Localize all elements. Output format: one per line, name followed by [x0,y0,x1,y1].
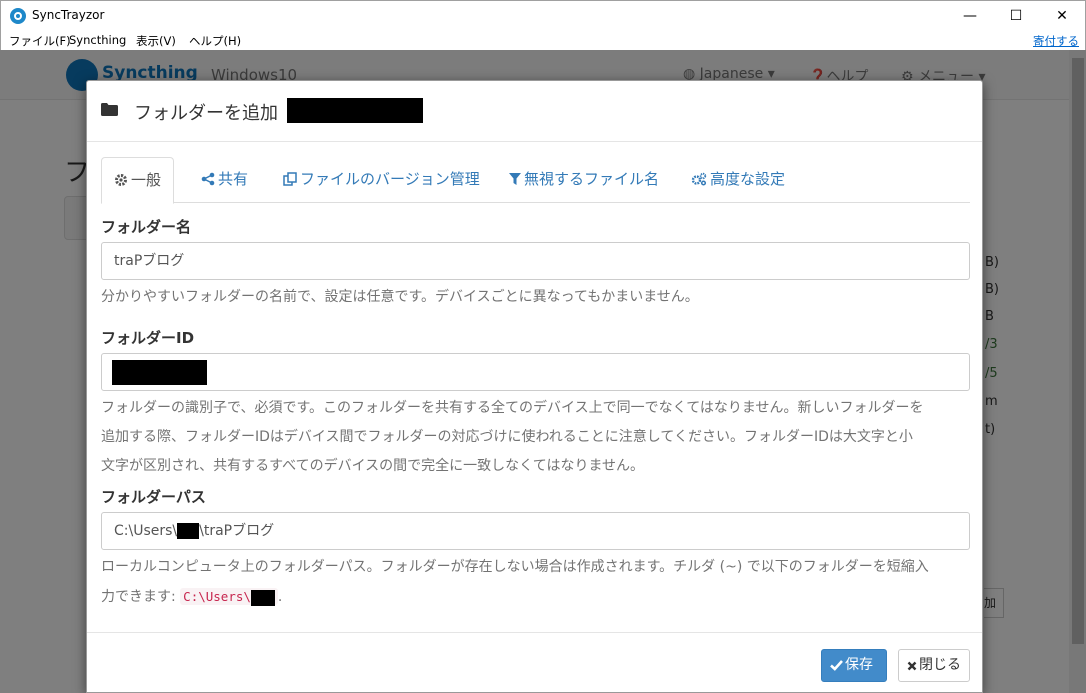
folder-path-input[interactable]: C:\Users\ \traPブログ [101,512,970,550]
share-icon [201,172,215,186]
cogs-icon [691,172,707,186]
donate-link[interactable]: 寄付する [1033,33,1079,49]
folder-id-label: フォルダーID [101,329,195,347]
folder-name-help: 分かりやすいフォルダーの名前で、設定は任意です。デバイスごとに異なってもかまいま… [101,289,699,305]
tab-general[interactable]: 一般 [101,157,175,204]
dialog-footer: 保存 閉じる [87,632,982,693]
menu-help[interactable]: ヘルプ(H) [189,33,241,49]
redacted-username [177,523,200,539]
folder-path-help-line: ローカルコンピュータ上のフォルダーパス。フォルダーが存在しない場合は作成されます… [101,559,929,575]
menu-file[interactable]: ファイル(F) [9,33,71,49]
maximize-button[interactable]: ☐ [993,1,1039,31]
close-icon [907,661,917,671]
close-button[interactable]: 閉じる [898,649,970,682]
tab-advanced[interactable]: 高度な設定 [679,157,797,203]
folder-id-help: フォルダーの識別子で、必須です。このフォルダーを共有する全てのデバイス上で同一で… [101,394,970,481]
tab-ignore-patterns[interactable]: 無視するファイル名 [497,157,671,203]
synctrayzor-app-icon [10,8,26,24]
folder-id-help-line: 文字が区別され、共有するすべてのデバイスの間で完全に一致しなくてはなりません。 [101,458,645,474]
folder-path-help-line: 力できます: C:\Users\. [101,588,283,606]
menubar: ファイル(F) Syncthing 表示(V) ヘルプ(H) 寄付する [0,31,1086,50]
folder-id-help-line: フォルダーの識別子で、必須です。このフォルダーを共有する全てのデバイス上で同一で… [101,400,924,416]
dialog-tabs: 一般 共有 ファイルのバージョン管理 無視するファイル名 高度な設定 [101,157,970,204]
window-titlebar: SyncTrayzor — ☐ ✕ [0,0,1086,31]
redacted-username [250,589,275,606]
tab-sharing[interactable]: 共有 [189,157,260,203]
save-button[interactable]: 保存 [821,649,887,682]
tab-file-versioning[interactable]: ファイルのバージョン管理 [271,157,492,203]
menu-syncthing[interactable]: Syncthing [69,33,126,47]
filter-icon [509,173,521,185]
close-window-button[interactable]: ✕ [1039,1,1085,31]
copy-icon [283,172,297,186]
dialog-title: フォルダーを追加 [134,103,278,124]
folder-name-input[interactable]: traPブログ [101,242,970,280]
folder-icon [101,103,118,116]
folder-path-label: フォルダーパス [101,488,206,506]
dialog-header: フォルダーを追加 [87,81,982,142]
check-icon [830,660,843,671]
minimize-button[interactable]: — [947,1,993,31]
folder-path-help: ローカルコンピュータ上のフォルダーパス。フォルダーが存在しない場合は作成されます… [101,553,970,612]
folder-id-input[interactable] [101,353,970,391]
redacted-folder-id-value [112,360,207,385]
home-path-code: C:\Users\ [180,588,278,606]
folder-name-label: フォルダー名 [101,218,192,236]
menu-view[interactable]: 表示(V) [136,33,176,49]
folder-id-help-line: 追加する際、フォルダーIDはデバイス間でフォルダーの対応づけに使われることに注意… [101,429,913,445]
add-folder-dialog: フォルダーを追加 一般 共有 ファイルのバージョン管理 無視するファイル名 高度… [86,80,983,693]
gear-icon [115,174,127,186]
window-title: SyncTrayzor [32,8,105,22]
redacted-folder-id [287,98,423,123]
